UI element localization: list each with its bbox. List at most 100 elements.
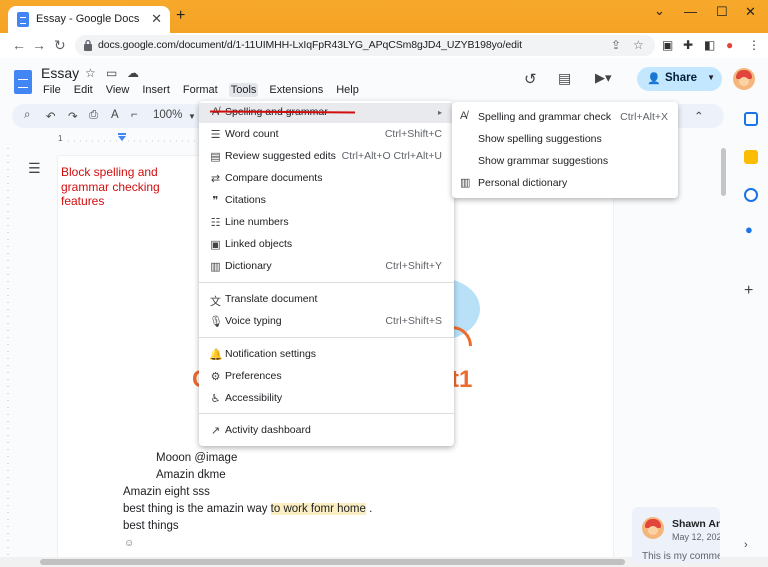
logo-text-right: t1	[451, 366, 473, 393]
doc-line-4-after: .	[365, 503, 373, 515]
extension-s-icon[interactable]: ▣	[662, 38, 673, 52]
share-button[interactable]: 👤 Share ▼	[637, 67, 722, 91]
restore-icon[interactable]: ☐	[716, 4, 728, 20]
translate-icon: 文	[210, 296, 221, 308]
star-icon[interactable]: ☆	[85, 66, 96, 80]
spellcheck-toolbar-icon[interactable]: A	[111, 109, 119, 121]
menu-tools[interactable]: Tools	[228, 83, 259, 97]
doc-line-4[interactable]: best thing is the amazin way to work fom…	[123, 503, 372, 515]
hide-menus-icon[interactable]: ⌃	[694, 109, 704, 123]
doc-line-3[interactable]: Amazin eight sss	[123, 486, 210, 498]
doc-line-5[interactable]: best things	[123, 520, 179, 532]
account-avatar[interactable]	[733, 68, 755, 90]
sidepanel-icon[interactable]: ◧	[704, 38, 715, 52]
browser-menu-icon[interactable]: ⋮	[748, 38, 760, 52]
bookmark-star-icon[interactable]: ☆	[633, 38, 644, 52]
vertical-ruler	[7, 148, 9, 560]
extensions-puzzle-icon[interactable]: ✚	[683, 38, 693, 52]
tab-close-icon[interactable]: ✕	[151, 11, 162, 27]
tasks-icon[interactable]	[744, 188, 758, 202]
menu-item-dictionary[interactable]: ▥ Dictionary Ctrl+Shift+Y	[199, 257, 454, 277]
paint-format-icon[interactable]: ⌐	[131, 109, 138, 121]
zoom-dropdown-icon[interactable]: ▼	[188, 112, 196, 121]
submenu-item-personal-dictionary[interactable]: ▥ Personal dictionary	[452, 173, 678, 193]
zoom-select[interactable]: 100%	[153, 109, 182, 121]
sheets-calendar-icon[interactable]	[744, 112, 758, 126]
add-addon-icon[interactable]: +	[744, 282, 753, 300]
comment-author: Shawn And	[672, 518, 720, 530]
menu-insert[interactable]: Insert	[140, 83, 172, 97]
undo-icon[interactable]: ↶	[46, 109, 56, 123]
menu-item-notification-settings[interactable]: 🔔 Notification settings	[199, 345, 454, 365]
share-page-icon[interactable]: ⇪	[611, 38, 621, 52]
new-tab-icon[interactable]: +	[176, 7, 185, 25]
redo-icon[interactable]: ↷	[68, 109, 78, 123]
menu-item-accessibility[interactable]: ♿ Accessibility	[199, 389, 454, 409]
minimize-icon[interactable]: —	[684, 4, 697, 19]
submenu-item-spelling-check[interactable]: A̸ Spelling and grammar check Ctrl+Alt+X	[452, 107, 678, 127]
menu-item-activity-dashboard[interactable]: ↗ Activity dashboard	[199, 421, 454, 441]
lock-icon	[84, 39, 92, 51]
menu-view[interactable]: View	[104, 83, 132, 97]
menu-item-linked-objects[interactable]: ▣ Linked objects	[199, 235, 454, 255]
docs-logo-icon[interactable]	[14, 70, 32, 94]
menu-file[interactable]: File	[41, 83, 63, 97]
tab-search-icon[interactable]: ⌄	[654, 3, 665, 19]
meet-icon[interactable]: ▶▾	[595, 70, 612, 86]
menu-item-compare[interactable]: ⇄ Compare documents	[199, 169, 454, 189]
menu-bar: File Edit View Insert Format Tools Extensions H…	[41, 83, 370, 97]
share-dropdown-icon[interactable]: ▼	[707, 73, 715, 82]
menu-item-line-numbers[interactable]: ☷ Line numbers	[199, 213, 454, 233]
menu-item-voice-typing[interactable]: 🎙 Voice typing Ctrl+Shift+S	[199, 312, 454, 332]
show-side-panel-icon[interactable]: ›	[744, 539, 748, 551]
comments-icon[interactable]: ▤	[558, 70, 571, 87]
commented-text-highlight[interactable]: to work fomr home	[270, 503, 366, 515]
omnibox[interactable]: docs.google.com/document/d/1-11UIMHH-LxI…	[75, 35, 655, 56]
menu-item-translate[interactable]: 文 Translate document	[199, 290, 454, 310]
browser-tab[interactable]: Essay - Google Docs ✕	[8, 6, 170, 33]
keep-icon[interactable]	[744, 150, 758, 164]
vertical-scrollbar-thumb[interactable]	[721, 148, 726, 196]
submenu-arrow-icon: ▸	[437, 108, 442, 117]
menu-item-preferences[interactable]: ⚙ Preferences	[199, 367, 454, 387]
doc-line-1[interactable]: Mooon @image	[156, 452, 237, 464]
menu-help[interactable]: Help	[334, 83, 361, 97]
menu-format[interactable]: Format	[181, 83, 220, 97]
document-outline-icon[interactable]: ☰	[28, 160, 41, 177]
spelling-grammar-submenu: A̸ Spelling and grammar check Ctrl+Alt+X…	[452, 102, 678, 198]
search-menus-icon[interactable]: ⌕	[24, 109, 30, 122]
menu-divider	[199, 282, 454, 283]
doc-line-2[interactable]: Amazin dkme	[156, 469, 226, 481]
linked-objects-icon: ▣	[210, 239, 221, 251]
move-folder-icon[interactable]: ▭	[106, 66, 117, 80]
line-numbers-icon: ☷	[210, 217, 221, 229]
url-text: docs.google.com/document/d/1-11UIMHH-LxI…	[98, 39, 522, 51]
profile-icon[interactable]: ●	[726, 38, 733, 52]
spellcheck-icon: A̸	[460, 110, 468, 122]
address-bar-row: ← → ↻ docs.google.com/document/d/1-11UIM…	[0, 33, 768, 58]
svg-text:1: 1	[58, 134, 63, 143]
menu-edit[interactable]: Edit	[72, 83, 95, 97]
comment-card[interactable]: Shawn And May 12, 2023 This is my comme	[632, 507, 720, 563]
version-history-icon[interactable]: ↺	[524, 70, 537, 88]
menu-extensions[interactable]: Extensions	[267, 83, 325, 97]
print-icon[interactable]: ⎙	[89, 109, 98, 122]
emoji-reaction-icon[interactable]: ☺	[124, 538, 134, 549]
submenu-item-spelling-suggestions[interactable]: Show spelling suggestions	[452, 129, 678, 149]
menu-item-citations[interactable]: ❞ Citations	[199, 191, 454, 211]
menu-item-word-count[interactable]: ☰ Word count Ctrl+Shift+C	[199, 125, 454, 145]
back-icon[interactable]: ←	[12, 37, 26, 53]
forward-icon[interactable]: →	[32, 37, 46, 53]
menu-item-review-edits[interactable]: ▤ Review suggested edits Ctrl+Alt+O Ctrl…	[199, 147, 454, 167]
document-title[interactable]: Essay	[41, 65, 79, 81]
activity-icon: ↗	[210, 425, 221, 437]
window-close-icon[interactable]: ✕	[745, 4, 756, 20]
contacts-icon[interactable]: ●	[745, 222, 753, 237]
cloud-status-icon: ☁	[127, 66, 139, 80]
submenu-item-grammar-suggestions[interactable]: Show grammar suggestions	[452, 151, 678, 171]
preferences-icon: ⚙	[210, 371, 221, 383]
review-edits-icon: ▤	[210, 151, 221, 163]
share-label: Share	[665, 72, 697, 84]
horizontal-scrollbar-thumb[interactable]	[40, 559, 625, 565]
reload-icon[interactable]: ↻	[54, 37, 66, 54]
